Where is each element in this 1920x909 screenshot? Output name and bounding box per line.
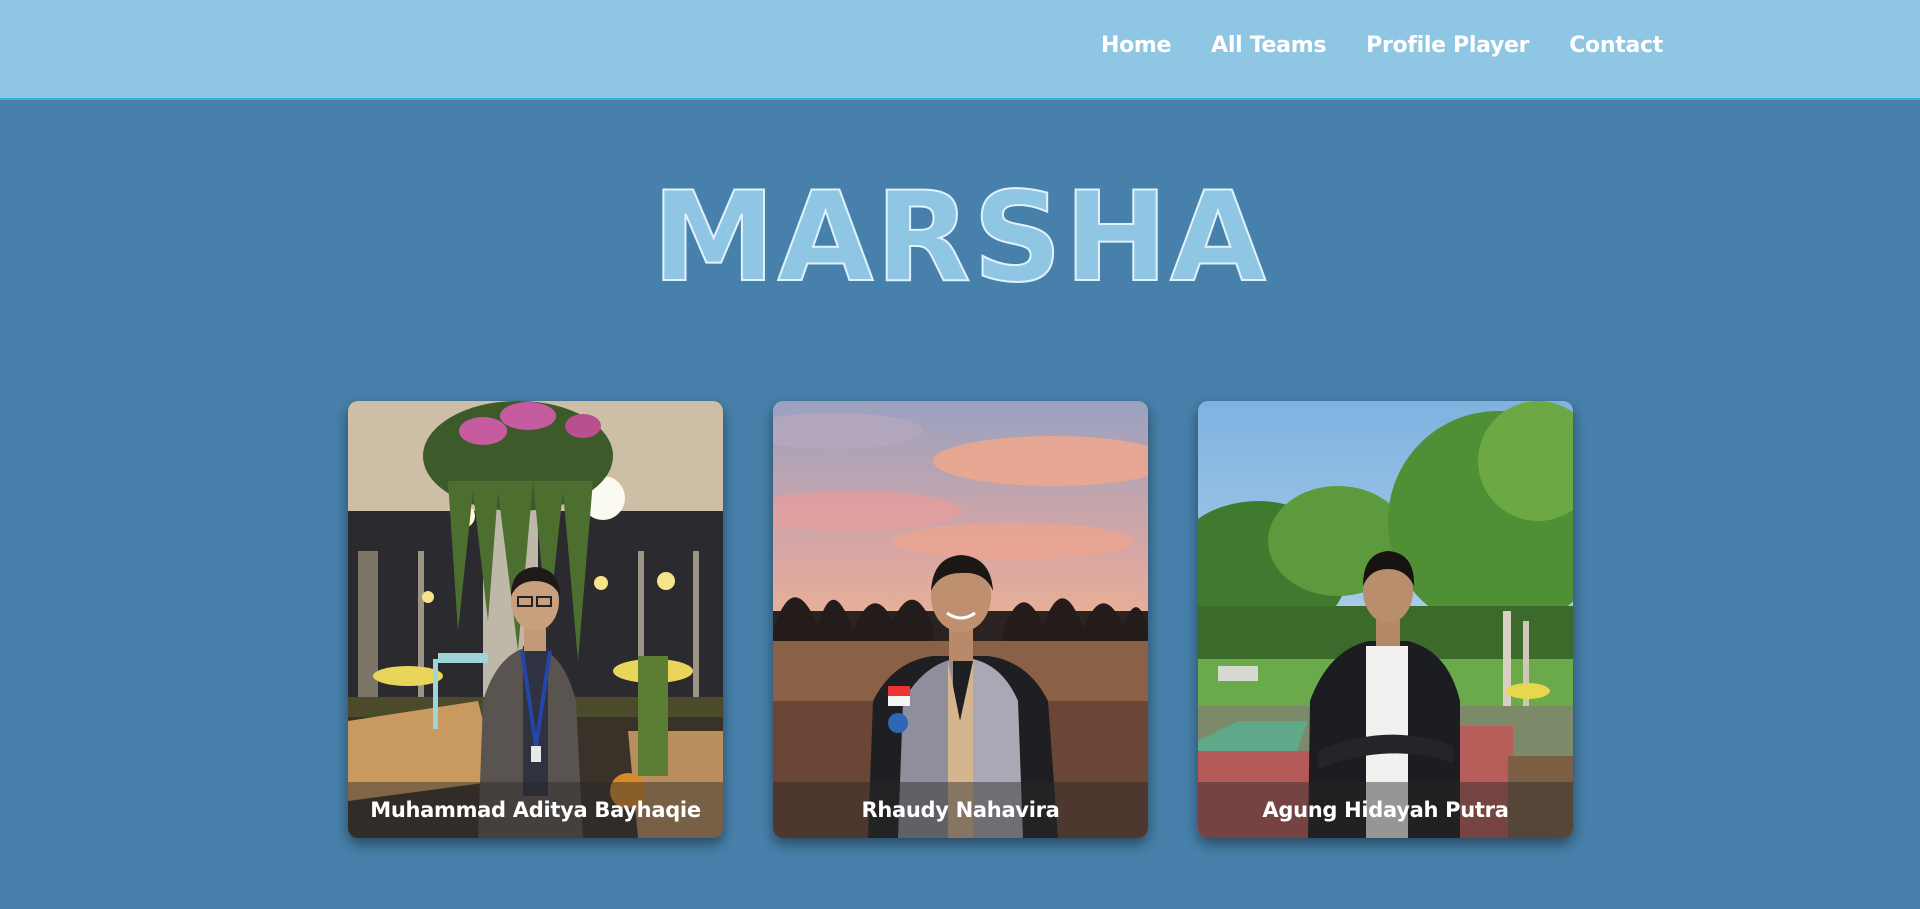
player-card[interactable]: Muhammad Aditya Bayhaqie (348, 401, 723, 838)
player-name: Muhammad Aditya Bayhaqie (348, 782, 723, 838)
nav-link-home[interactable]: Home (1101, 33, 1171, 58)
nav-item-home: Home (1101, 33, 1171, 58)
team-title: MARSHA (651, 166, 1268, 310)
nav-link-all-teams[interactable]: All Teams (1211, 33, 1326, 58)
nav-item-contact: Contact (1569, 33, 1663, 58)
nav-item-profile-player: Profile Player (1366, 33, 1529, 58)
player-card[interactable]: Rhaudy Nahavira (773, 401, 1148, 838)
nav-link-profile-player[interactable]: Profile Player (1366, 33, 1529, 58)
nav-menu: Home All Teams Profile Player Contact (1101, 33, 1663, 58)
player-cards: Muhammad Aditya Bayhaqie Rhaudy Nahavira… (348, 401, 1573, 838)
nav-item-all-teams: All Teams (1211, 33, 1326, 58)
player-photo (348, 401, 723, 838)
player-name: Rhaudy Nahavira (773, 782, 1148, 838)
player-name: Agung Hidayah Putra (1198, 782, 1573, 838)
player-photo (773, 401, 1148, 838)
player-card[interactable]: Agung Hidayah Putra (1198, 401, 1573, 838)
navbar: Home All Teams Profile Player Contact (0, 0, 1920, 100)
nav-link-contact[interactable]: Contact (1569, 33, 1663, 58)
player-photo (1198, 401, 1573, 838)
